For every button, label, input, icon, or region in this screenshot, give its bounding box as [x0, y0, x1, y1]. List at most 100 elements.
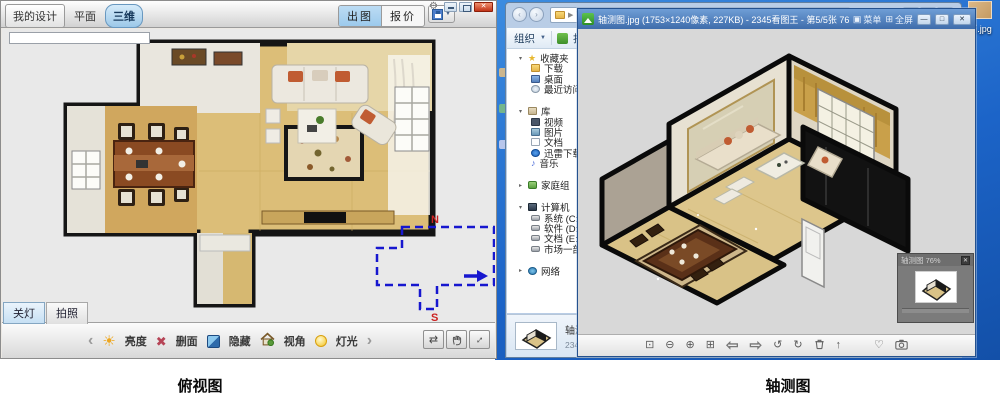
hide-label[interactable]: 隐藏: [229, 333, 251, 349]
zoom-view-button[interactable]: ↕: [469, 330, 490, 349]
viewer-close-button[interactable]: ✕: [953, 14, 971, 25]
recent-places-icon: [531, 85, 540, 93]
export-image-button[interactable]: 出图: [339, 6, 382, 26]
forward-button[interactable]: ›: [529, 7, 544, 22]
item-label: 音乐: [540, 156, 559, 170]
previous-image-button[interactable]: ⇦: [726, 338, 739, 353]
viewer-maximize-button[interactable]: □: [935, 14, 949, 25]
drive-icon: [531, 225, 540, 231]
tab-my-design[interactable]: 我的设计: [5, 4, 65, 28]
menu-icon: ▣: [853, 14, 862, 25]
hand-icon: [451, 334, 463, 346]
libraries-icon: [528, 107, 537, 115]
desktop-icon: [531, 75, 540, 83]
viewer-app-icon: [582, 13, 594, 25]
carousel-next-icon[interactable]: ›: [367, 332, 372, 350]
rotate-view-button[interactable]: ⇄: [423, 330, 444, 349]
thumbnail-isometric-art: [516, 323, 556, 349]
computer-icon: [528, 203, 537, 211]
next-image-button[interactable]: ⇨: [750, 338, 763, 353]
expander-icon[interactable]: ▸: [517, 267, 524, 274]
divider: [551, 31, 552, 45]
action-buttons: 出图 报价: [338, 5, 425, 27]
screenshot-root: 石.jpg ‹ › ▶ 7 — □ ✕ 组织 ▼ 打开: [0, 0, 1000, 403]
favorite-button[interactable]: ♡: [874, 340, 884, 351]
tab-3d[interactable]: 三维: [105, 4, 143, 28]
carousel-prev-icon[interactable]: ‹: [88, 332, 93, 350]
fullscreen-button[interactable]: ⊞全屏: [885, 13, 913, 26]
canvas-nav-buttons: ⇄ ↕: [423, 330, 490, 349]
fit-to-window-button[interactable]: ⊡: [645, 340, 654, 351]
navigator-titlebar: 轴测图 76% ✕: [898, 254, 973, 266]
zoom-in-button[interactable]: ⊕: [686, 340, 695, 351]
viewer-canvas[interactable]: 轴测图 76% ✕: [578, 29, 975, 334]
design-app-window: 我的设计 平面 三维 出图 报价 ▼ ⚙ ✕: [0, 0, 497, 359]
light-bulb-icon[interactable]: [315, 335, 327, 347]
brightness-icon[interactable]: ☀: [102, 334, 115, 349]
screenshot-button[interactable]: [895, 337, 908, 355]
fullscreen-icon: ⊞: [885, 14, 893, 25]
navigator-title: 轴测图 76%: [901, 255, 961, 266]
caption-top-view: 俯视图: [152, 375, 248, 396]
pan-hand-button[interactable]: [446, 330, 467, 349]
image-viewer-window: 轴测图.jpg (1753×1240像素, 227KB) - 2345看图王 -…: [577, 8, 976, 357]
view-angle-label[interactable]: 视角: [284, 333, 306, 349]
design-topbar: 我的设计 平面 三维 出图 报价 ▼ ⚙ ✕: [1, 1, 496, 28]
view-angle-icon[interactable]: [260, 332, 275, 351]
navigator-thumbnail-art: [916, 272, 956, 302]
navigator-panel[interactable]: 轴测图 76% ✕: [897, 253, 974, 323]
menu-button[interactable]: ▣菜单: [853, 13, 882, 26]
hide-cube-icon[interactable]: [207, 335, 220, 348]
compass-north-label: N: [431, 214, 439, 226]
close-button[interactable]: ✕: [474, 2, 493, 12]
rotate-right-button[interactable]: ↻: [793, 340, 802, 351]
trash-icon: [814, 338, 825, 350]
music-note-icon: ♪: [531, 159, 536, 167]
homegroup-icon: [528, 181, 537, 189]
mode-tabs: 我的设计 平面 三维: [5, 4, 143, 28]
documents-icon: [531, 138, 540, 146]
downloads-folder-icon: [531, 64, 540, 72]
drive-icon: [531, 235, 540, 241]
expander-icon[interactable]: ▾: [517, 204, 524, 211]
design-name-input[interactable]: [9, 32, 150, 44]
rotate-left-button[interactable]: ↺: [773, 340, 782, 351]
chevron-down-icon: ▼: [540, 35, 546, 41]
navigator-thumbnail[interactable]: [915, 271, 957, 303]
viewer-minimize-button[interactable]: —: [917, 14, 931, 25]
brightness-label[interactable]: 亮度: [125, 333, 147, 349]
tool-strip: ‹ ☀ 亮度 ✖ 删面 隐藏 视角 灯光 ›: [88, 323, 372, 359]
gear-icon[interactable]: ⚙: [429, 2, 438, 12]
expander-icon[interactable]: ▾: [517, 55, 524, 62]
network-icon: [528, 267, 537, 275]
expander-icon[interactable]: ▾: [517, 108, 524, 115]
back-button[interactable]: ‹: [512, 7, 527, 22]
tab-lights-off[interactable]: 关灯: [3, 302, 45, 324]
pictures-icon: [531, 128, 540, 136]
organize-button[interactable]: 组织: [514, 31, 535, 46]
delete-button[interactable]: [814, 337, 825, 355]
quote-button[interactable]: 报价: [382, 6, 424, 26]
camera-icon: [895, 339, 908, 350]
delete-face-icon[interactable]: ✖: [156, 335, 167, 348]
viewer-titlebar[interactable]: 轴测图.jpg (1753×1240像素, 227KB) - 2345看图王 -…: [578, 9, 975, 29]
videos-icon: [531, 118, 540, 126]
upload-button[interactable]: ↑: [836, 340, 842, 351]
favorites-star-icon: ★: [528, 54, 536, 62]
navigator-close-icon[interactable]: ✕: [961, 256, 970, 265]
tab-plan-2d[interactable]: 平面: [67, 5, 103, 27]
navigator-zoom-slider[interactable]: [902, 308, 969, 313]
minimize-button[interactable]: [444, 2, 457, 12]
tab-snapshot[interactable]: 拍照: [46, 302, 88, 324]
design-window-controls: ⚙ ✕: [429, 1, 493, 13]
restore-button[interactable]: [459, 2, 472, 12]
zoom-out-button[interactable]: ⊖: [665, 340, 674, 351]
light-label[interactable]: 灯光: [336, 333, 358, 349]
caption-axonometric-view: 轴测图: [740, 375, 836, 396]
folder-icon: [555, 11, 565, 19]
slideshow-button[interactable]: ⊞: [706, 340, 715, 351]
group-label: 家庭组: [541, 178, 570, 192]
delete-face-label[interactable]: 删面: [176, 333, 198, 349]
expander-icon[interactable]: ▸: [517, 182, 524, 189]
design-3d-canvas[interactable]: N S: [2, 29, 495, 323]
